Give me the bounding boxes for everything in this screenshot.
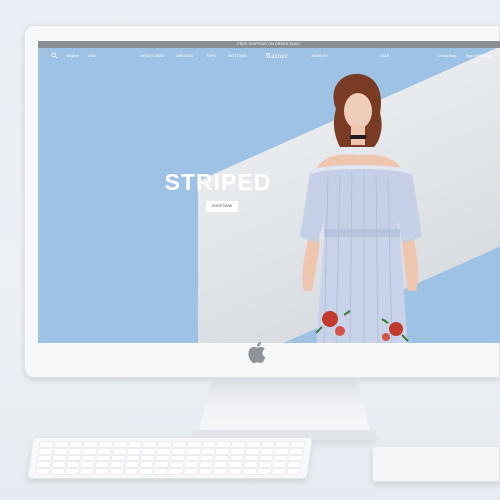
currency-selector[interactable]: USD [88,54,96,58]
site-navigation: English USD WHAT'S NEW DRESSES TOPS BOTT… [38,48,500,64]
keyboard [27,437,313,479]
keyboard-keys [35,442,305,474]
promo-bar: FREE SHIPPING ON ORDER $100+ [38,41,500,48]
nav-bottoms[interactable]: BOTTOMS [229,54,247,58]
nav-jewelry[interactable]: JEWELRY [311,54,328,58]
nav-sale[interactable]: SALE [380,54,389,58]
monitor-stand [198,378,371,436]
sign-in-link[interactable]: Sign In/Register [466,54,492,58]
apple-logo-icon [248,341,266,364]
nav-dresses[interactable]: DRESSES [176,54,193,58]
search-icon[interactable] [51,52,58,59]
trackpad [372,446,500,482]
model-image [300,73,422,343]
imac-monitor: FREE SHIPPING ON ORDER $100+ English USD… [24,25,500,378]
brand-logo[interactable]: Rainer [266,51,288,60]
hero-title: STRIPED [164,169,272,195]
promo-text: FREE SHIPPING ON ORDER $100+ [237,42,301,46]
nav-tops[interactable]: TOPS [206,54,216,58]
website-screen: FREE SHIPPING ON ORDER $100+ English USD… [38,41,500,343]
check-bag-link[interactable]: Check Bag [438,54,456,58]
nav-whats-new[interactable]: WHAT'S NEW [141,54,164,58]
shop-now-button[interactable]: SHOP NOW [206,201,238,212]
language-selector[interactable]: English [67,54,79,58]
